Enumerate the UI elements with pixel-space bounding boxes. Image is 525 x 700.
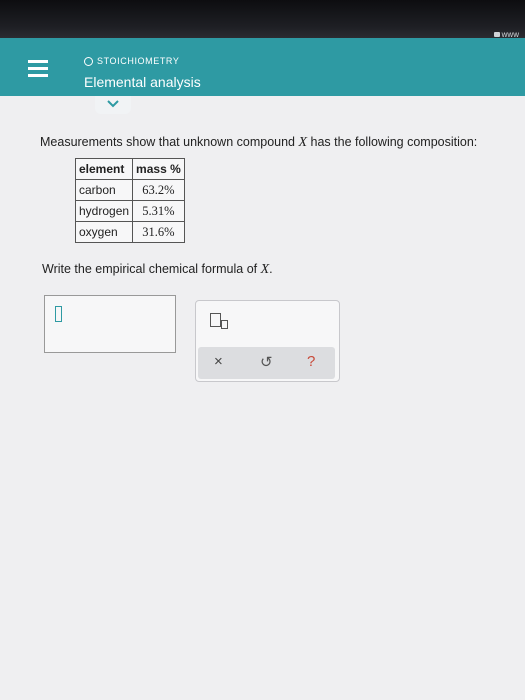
- mass-cell: 5.31%: [132, 200, 185, 222]
- app-header: STOICHIOMETRY Elemental analysis: [0, 38, 525, 96]
- table-row: carbon 63.2%: [74, 179, 185, 201]
- prompt-period: .: [269, 262, 273, 276]
- topic-label: STOICHIOMETRY: [84, 56, 179, 66]
- table-header-row: element mass %: [74, 158, 185, 180]
- question-text-end: has the following composition:: [307, 135, 478, 149]
- browser-top-bar: www: [0, 0, 525, 39]
- palette-button-bar: × ↺ ?: [198, 347, 335, 379]
- mass-cell: 63.2%: [132, 179, 185, 201]
- undo-button[interactable]: ↺: [260, 353, 273, 371]
- question-text: Measurements show that unknown compound …: [40, 135, 477, 151]
- element-cell: oxygen: [74, 221, 134, 243]
- topic-text: STOICHIOMETRY: [97, 56, 180, 66]
- header-element: element: [74, 158, 134, 180]
- expand-tab[interactable]: [95, 96, 131, 114]
- mass-cell: 31.6%: [132, 221, 185, 243]
- progress-ring-icon: [84, 57, 93, 66]
- table-row: oxygen 31.6%: [74, 221, 185, 243]
- answer-input[interactable]: [44, 295, 176, 353]
- question-text-start: Measurements show that unknown compound: [40, 135, 299, 149]
- help-button[interactable]: ?: [307, 353, 315, 370]
- element-cell: carbon: [74, 179, 134, 201]
- text-cursor-icon: [55, 306, 62, 322]
- compound-variable: X: [298, 135, 308, 150]
- lock-icon: [493, 32, 500, 37]
- math-palette: × ↺ ?: [195, 300, 340, 382]
- prompt-variable: X: [260, 262, 270, 277]
- page-title: Elemental analysis: [84, 74, 201, 90]
- formula-prompt: Write the empirical chemical formula of …: [42, 262, 273, 278]
- composition-table: element mass % carbon 63.2% hydrogen 5.3…: [74, 158, 185, 243]
- subscript-icon[interactable]: [210, 311, 228, 331]
- element-cell: hydrogen: [74, 200, 134, 222]
- table-row: hydrogen 5.31%: [74, 200, 185, 222]
- hamburger-menu-icon[interactable]: [28, 60, 48, 78]
- clear-button[interactable]: ×: [214, 353, 223, 370]
- header-mass: mass %: [132, 158, 185, 180]
- chevron-down-icon: [107, 100, 119, 108]
- prompt-text: Write the empirical chemical formula of: [42, 262, 261, 276]
